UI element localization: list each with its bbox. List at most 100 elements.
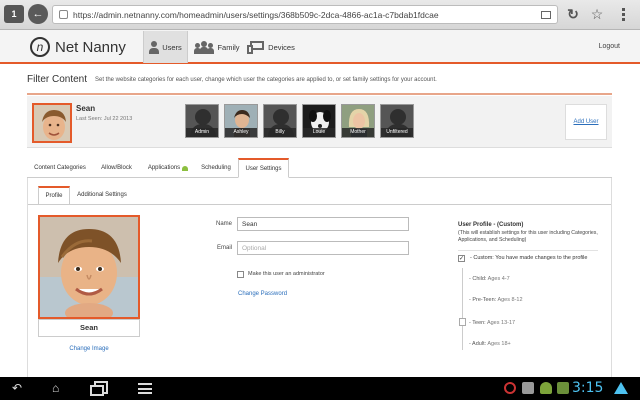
email-label: Email [216, 245, 232, 251]
custom-profile-label: - Custom: You have made changes to the p… [470, 255, 588, 261]
tab-label: Allow/Block [101, 165, 132, 171]
address-bar[interactable]: https://admin.netnanny.com/homeadmin/use… [52, 5, 558, 24]
browser-menu-icon[interactable] [616, 5, 630, 23]
system-clock[interactable]: 3:15 [572, 380, 603, 396]
last-seen-text: Last Seen: Jul 22 2013 [76, 116, 133, 122]
app-tray-icon[interactable] [557, 382, 569, 394]
level-name: - Child: [469, 276, 487, 282]
section-divider [27, 93, 612, 95]
level-teen[interactable]: - Teen: Ages 13-17 [469, 320, 515, 326]
subtab-label: Profile [45, 193, 63, 199]
system-navigation-bar: ↶ ⌂ 3:15 [0, 377, 640, 400]
profile-level-slider[interactable] [459, 318, 466, 326]
tab-label: Content Categories [34, 165, 86, 171]
user-thumb-label: Billy [264, 128, 296, 137]
profile-photo [38, 215, 140, 319]
user-thumb-unfiltered[interactable]: Unfiltered [380, 104, 414, 138]
default-avatar-icon [273, 109, 289, 125]
custom-profile-checkbox[interactable]: ✓ [458, 255, 465, 262]
profile-level-track [462, 268, 463, 350]
level-child[interactable]: - Child: Ages 4-7 [469, 276, 510, 282]
tab-allow-block[interactable]: Allow/Block [93, 158, 140, 178]
reload-icon[interactable]: ↻ [564, 5, 582, 23]
user-selector-strip: Sean Last Seen: Jul 22 2013 Admin Ashley… [27, 96, 612, 148]
system-menu-icon[interactable] [138, 383, 152, 394]
profile-photo-name: Sean [38, 319, 140, 337]
user-thumb-admin[interactable]: Admin [185, 104, 219, 138]
default-avatar-icon [390, 109, 406, 125]
reader-mode-icon[interactable] [541, 11, 551, 19]
user-thumb-label: Admin [186, 128, 218, 137]
level-name: - Teen: [469, 320, 486, 326]
subtab-profile[interactable]: Profile [38, 186, 70, 204]
system-home-icon[interactable]: ⌂ [52, 382, 70, 395]
user-settings-panel: Profile Additional Settings Sean Change … [27, 178, 612, 378]
email-field[interactable] [237, 241, 409, 255]
back-arrow-icon[interactable]: ← [28, 4, 48, 24]
administrator-label: Make this user an administrator [248, 271, 325, 277]
url-text[interactable]: https://admin.netnanny.com/homeadmin/use… [73, 10, 439, 20]
tab-applications[interactable]: Applications [140, 158, 196, 178]
net-nanny-tray-icon[interactable] [504, 382, 516, 394]
devices-icon [247, 40, 265, 54]
page-icon [59, 10, 68, 19]
settings-tabs: Content Categories Allow/Block Applicati… [27, 158, 612, 178]
nav-devices-label: Devices [268, 42, 295, 52]
system-back-icon[interactable]: ↶ [12, 382, 30, 395]
user-profile-description: (This will establish settings for this u… [458, 230, 598, 243]
add-user-button[interactable]: Add User [565, 104, 607, 140]
user-thumb-ashley[interactable]: Ashley [224, 104, 258, 138]
page-title: Filter Content [27, 74, 88, 85]
nav-users[interactable]: Users [143, 31, 188, 63]
user-profile-title: User Profile - (Custom) [458, 222, 524, 228]
wifi-icon[interactable] [614, 382, 628, 394]
notification-icon[interactable] [522, 382, 534, 394]
level-ages: Ages 8-12 [497, 297, 523, 303]
logout-link[interactable]: Logout [599, 43, 620, 50]
android-tray-icon[interactable] [540, 382, 552, 394]
brand-name: Net Nanny [55, 39, 126, 56]
user-thumb-billy[interactable]: Billy [263, 104, 297, 138]
tab-label: Scheduling [201, 165, 231, 171]
site-header: n Net Nanny Users Family Devices Logout [0, 30, 640, 64]
net-nanny-logo-icon: n [30, 37, 50, 57]
nav-family[interactable]: Family [191, 31, 243, 63]
family-icon [194, 40, 215, 54]
nav-family-label: Family [217, 42, 240, 52]
user-thumb-mother[interactable]: Mother [341, 104, 375, 138]
level-adult[interactable]: - Adult: Ages 18+ [469, 341, 511, 347]
user-thumb-label: Mother [342, 128, 374, 137]
browser-toolbar: 1 ← https://admin.netnanny.com/homeadmin… [0, 0, 640, 30]
subtab-divider [28, 204, 611, 205]
level-ages: Ages 18+ [487, 341, 511, 347]
tab-content-categories[interactable]: Content Categories [27, 158, 93, 178]
level-pre-teen[interactable]: - Pre-Teen: Ages 8-12 [469, 297, 523, 303]
tab-switcher-button[interactable]: 1 [4, 5, 24, 23]
user-thumb-label: Ashley [225, 128, 257, 137]
nav-users-label: Users [162, 42, 182, 52]
change-image-link[interactable]: Change Image [38, 346, 140, 352]
name-field[interactable] [237, 217, 409, 231]
subtab-additional-settings[interactable]: Additional Settings [72, 186, 132, 204]
add-user-link[interactable]: Add User [573, 119, 598, 125]
tab-label: Applications [147, 165, 181, 171]
administrator-checkbox[interactable] [237, 271, 244, 278]
level-ages: Ages 13-17 [486, 320, 516, 326]
level-name: - Pre-Teen: [469, 297, 497, 303]
name-label: Name [215, 221, 232, 227]
user-thumb-label: Louie [303, 128, 335, 137]
user-thumb-louie[interactable]: Louie [302, 104, 336, 138]
tab-scheduling[interactable]: Scheduling [196, 158, 236, 178]
user-icon [149, 40, 160, 54]
bookmark-star-icon[interactable]: ☆ [588, 5, 606, 23]
subtab-label: Additional Settings [77, 192, 127, 198]
tab-user-settings[interactable]: User Settings [238, 158, 289, 178]
nav-devices[interactable]: Devices [246, 31, 296, 63]
selected-user-name: Sean [76, 104, 96, 113]
change-password-link[interactable]: Change Password [238, 291, 287, 297]
tab-label: User Settings [245, 165, 282, 172]
selected-user-avatar[interactable] [32, 103, 72, 143]
level-name: - Adult: [469, 341, 487, 347]
user-thumb-label: Unfiltered [381, 128, 413, 137]
profile-divider [458, 250, 598, 251]
